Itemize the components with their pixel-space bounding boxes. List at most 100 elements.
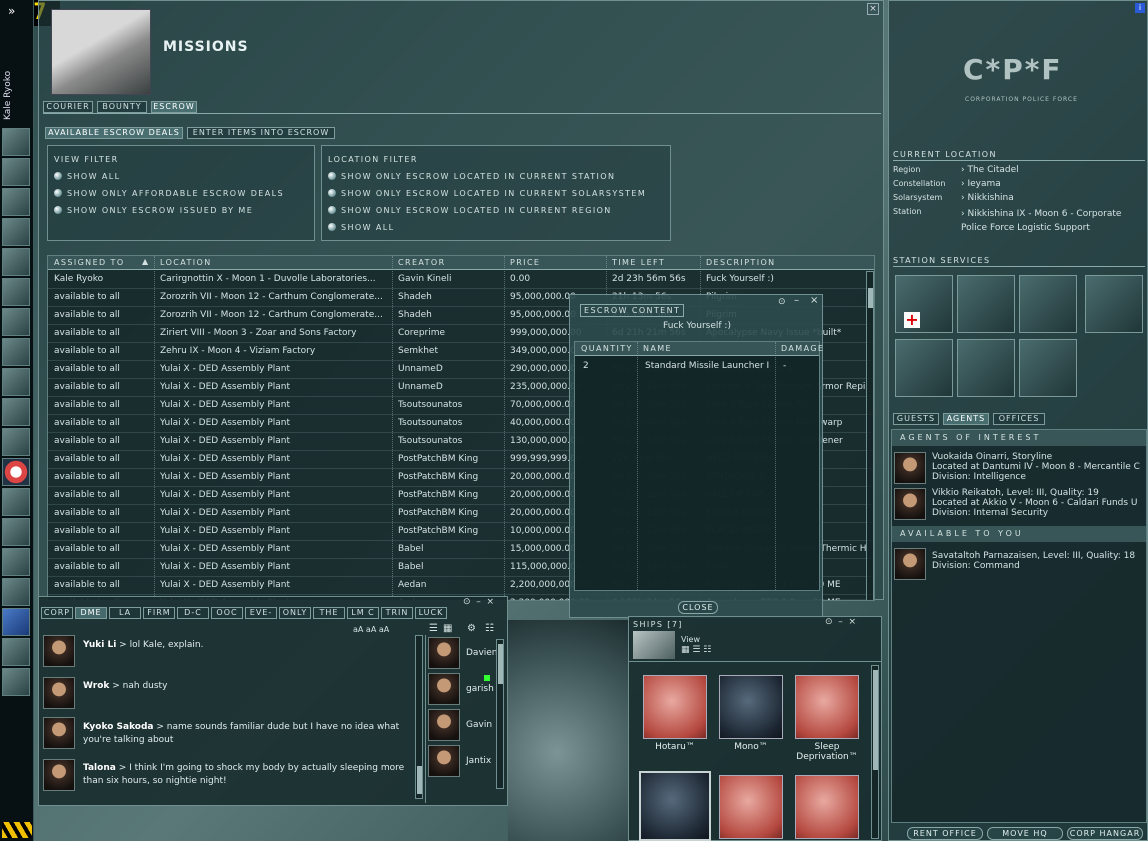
chat-grid-icon[interactable]: ▦	[443, 623, 452, 634]
help-icon[interactable]	[2, 458, 30, 486]
move-hq-here-button[interactable]: MOVE HQ HERE	[987, 827, 1063, 841]
member-item[interactable]: garish	[428, 673, 498, 707]
chat-tab[interactable]: LM C	[347, 607, 379, 619]
tab-guests[interactable]: GUESTS	[893, 413, 939, 425]
mail-icon[interactable]	[2, 188, 30, 216]
agent-item[interactable]: Vikkio Reikatoh, Level: III, Quality: 19…	[894, 486, 1146, 520]
missions-service-icon[interactable]	[957, 339, 1015, 397]
col-name[interactable]: NAME	[643, 344, 672, 353]
assets-icon[interactable]	[2, 368, 30, 396]
starmap-icon[interactable]	[2, 308, 30, 336]
escrow-content-minimize-icon[interactable]: ⊙	[778, 297, 786, 307]
col-creator[interactable]: CREATOR	[398, 258, 446, 267]
tab-offices[interactable]: OFFICES	[993, 413, 1045, 425]
medical-service-icon[interactable]: +	[895, 275, 953, 333]
ships-pin-icon[interactable]: ⊙	[825, 617, 833, 627]
member-item[interactable]: Gavin	[428, 709, 498, 743]
location-filter-solarsystem[interactable]: SHOW ONLY ESCROW LOCATED IN CURRENT SOLA…	[328, 189, 646, 198]
chat-collapse-icon[interactable]: –	[476, 597, 481, 607]
calculator-icon[interactable]	[2, 428, 30, 456]
col-assigned-to[interactable]: ASSIGNED TO	[54, 258, 125, 267]
avatar[interactable]	[43, 759, 75, 791]
col-time-left[interactable]: TIME LEFT	[612, 258, 665, 267]
fitting-service-icon[interactable]	[1019, 339, 1077, 397]
ship-hotaru[interactable]	[643, 675, 707, 739]
journal-icon[interactable]	[2, 488, 30, 516]
scrollbar-thumb[interactable]	[417, 766, 422, 794]
reprocessing-service-icon[interactable]	[1019, 275, 1077, 333]
chat-tab[interactable]: CORP	[41, 607, 73, 619]
chat-font-controls[interactable]: aA aA aA	[353, 625, 389, 634]
col-quantity[interactable]: QUANTITY	[581, 344, 633, 353]
browser-icon[interactable]	[2, 518, 30, 546]
corp-hangar-button[interactable]: CORP HANGAR	[1067, 827, 1143, 840]
chat-tab[interactable]: THE	[313, 607, 345, 619]
ship-hangar-icon[interactable]	[2, 638, 30, 666]
view-filter-affordable[interactable]: SHOW ONLY AFFORDABLE ESCROW DEALS	[54, 189, 284, 198]
ships-view-grid-icon[interactable]: ▦ ☰ ☷	[681, 645, 711, 655]
ship-sleep-deprivation[interactable]	[795, 675, 859, 739]
col-price[interactable]: PRICE	[510, 258, 540, 267]
view-filter-show-all[interactable]: SHOW ALL	[54, 172, 120, 181]
logbook-icon[interactable]	[2, 548, 30, 576]
avatar[interactable]	[43, 635, 75, 667]
item-hangar-icon[interactable]	[2, 668, 30, 696]
location-region-value[interactable]: › The Citadel	[961, 165, 1019, 175]
ships-collapse-icon[interactable]: –	[838, 617, 843, 627]
market-service-icon[interactable]	[1085, 275, 1143, 333]
ships-scrollbar[interactable]	[871, 665, 879, 839]
chat-tab[interactable]: ONLY	[279, 607, 311, 619]
location-filter-station[interactable]: SHOW ONLY ESCROW LOCATED IN CURRENT STAT…	[328, 172, 615, 181]
repair-service-icon[interactable]	[957, 275, 1015, 333]
neocom-collapse-icon[interactable]	[2, 822, 32, 838]
col-location[interactable]: LOCATION	[160, 258, 212, 267]
table-row[interactable]: 2 Standard Missile Launcher I -	[575, 358, 819, 374]
subtab-available-escrow-deals[interactable]: AVAILABLE ESCROW DEALS	[45, 127, 183, 139]
location-station-value[interactable]: › Nikkishina IX - Moon 6 - Corporate Pol…	[961, 207, 1145, 235]
tab-escrow[interactable]: ESCROW	[151, 101, 197, 113]
chat-list-icon[interactable]: ☰	[429, 623, 438, 634]
portrait-icon[interactable]	[2, 128, 30, 156]
audio-icon[interactable]	[2, 578, 30, 606]
location-filter-show-all[interactable]: SHOW ALL	[328, 223, 394, 232]
neocom-expand-icon[interactable]: »	[8, 4, 15, 18]
location-solarsystem-value[interactable]: › Nikkishina	[961, 193, 1014, 203]
member-item[interactable]: Jantix	[428, 745, 498, 779]
cloning-service-icon[interactable]	[895, 339, 953, 397]
chat-tab[interactable]: DME	[75, 607, 107, 619]
chat-tab[interactable]: LA MAISO	[109, 607, 141, 619]
avatar[interactable]	[43, 717, 75, 749]
tab-courier[interactable]: COURIER	[43, 101, 93, 113]
ship-item[interactable]	[719, 775, 783, 839]
chat-tab[interactable]: EVE-	[245, 607, 277, 619]
scrollbar-thumb[interactable]	[868, 288, 873, 308]
col-damage[interactable]: DAMAGE	[781, 344, 824, 353]
ship-item[interactable]	[639, 771, 711, 841]
station-info-icon[interactable]: i	[1135, 3, 1145, 13]
skills-icon[interactable]	[2, 398, 30, 426]
chat-settings-icon[interactable]: ⚙	[467, 623, 476, 634]
chat-tab[interactable]: LUCK	[415, 607, 447, 619]
people-icon[interactable]	[2, 158, 30, 186]
col-description[interactable]: DESCRIPTION	[706, 258, 776, 267]
location-constellation-value[interactable]: › Ieyama	[961, 179, 1001, 189]
view-filter-issued-by-me[interactable]: SHOW ONLY ESCROW ISSUED BY ME	[54, 206, 253, 215]
chat-scrollbar[interactable]	[415, 635, 423, 799]
market-icon[interactable]	[2, 248, 30, 276]
member-scrollbar[interactable]	[496, 639, 504, 789]
info-icon[interactable]	[2, 608, 30, 636]
tab-bounty[interactable]: BOUNTY	[97, 101, 147, 113]
member-item[interactable]: Davien	[428, 637, 498, 671]
escrow-content-collapse-icon[interactable]: –	[794, 295, 799, 306]
location-filter-region[interactable]: SHOW ONLY ESCROW LOCATED IN CURRENT REGI…	[328, 206, 612, 215]
scrollbar-thumb[interactable]	[498, 644, 503, 684]
active-ship-icon[interactable]	[633, 631, 675, 659]
chat-tab[interactable]: OOC	[211, 607, 243, 619]
agent-item[interactable]: Savataltoh Parnazaisen, Level: III, Qual…	[894, 546, 1146, 580]
chat-tab[interactable]: D-C	[177, 607, 209, 619]
ship-item[interactable]	[795, 775, 859, 839]
chat-close-icon[interactable]: ×	[487, 597, 495, 607]
escrow-content-close-icon[interactable]: ×	[810, 295, 818, 306]
chat-tab[interactable]: TRIN	[381, 607, 413, 619]
avatar[interactable]	[43, 677, 75, 709]
